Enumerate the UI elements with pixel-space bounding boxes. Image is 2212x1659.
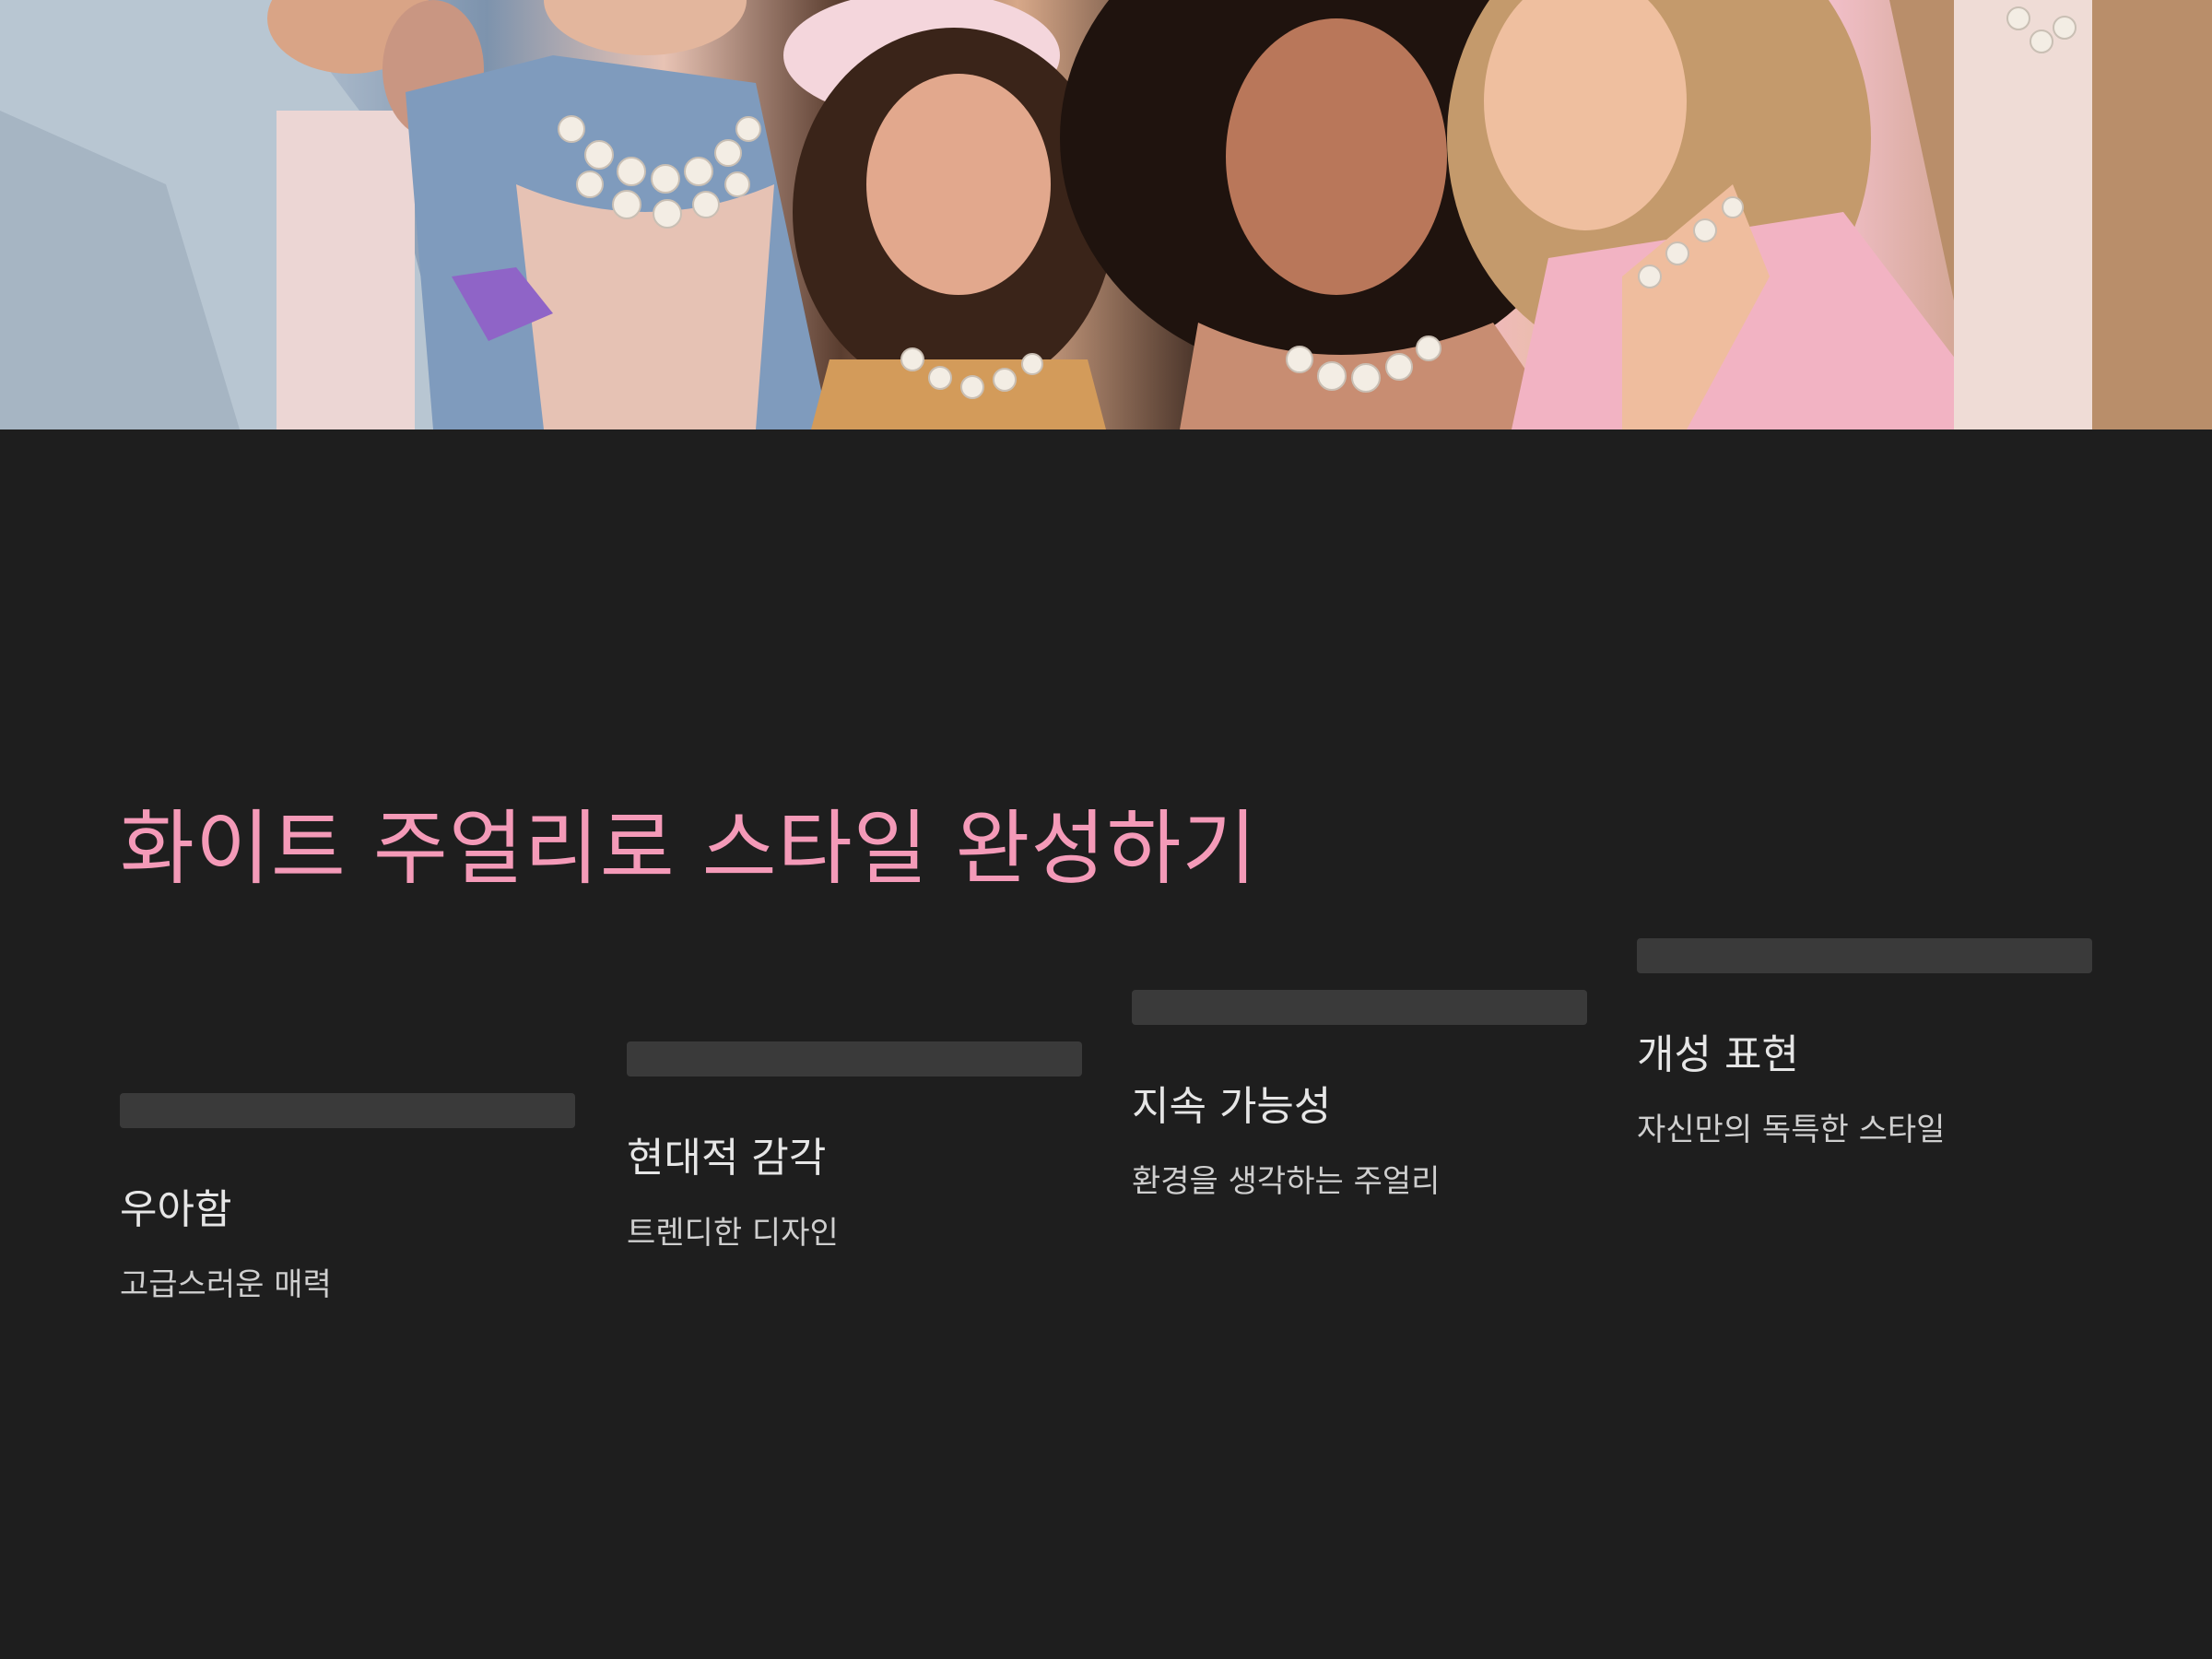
step-card-sustainability: 지속 가능성 환경을 생각하는 주얼리	[1132, 990, 1587, 1201]
step-heading: 현대적 감각	[627, 1135, 827, 1182]
step-bar	[1637, 938, 2092, 973]
step-bar	[1132, 990, 1587, 1025]
step-card-self-expression: 개성 표현 자신만의 독특한 스타일	[1637, 938, 2092, 1149]
hero-photo	[0, 0, 2212, 429]
step-description: 고급스러운 매력	[120, 1266, 332, 1303]
hero-photo-illustration	[0, 0, 2212, 429]
step-description: 자신만의 독특한 스타일	[1637, 1112, 1946, 1148]
step-card-elegance: 우아함 고급스러운 매력	[120, 1093, 575, 1304]
step-heading: 지속 가능성	[1132, 1083, 1332, 1130]
slide: 화이트 주얼리로 스타일 완성하기 우아함 고급스러운 매력 현대적 감각 트렌…	[0, 0, 2212, 1659]
slide-title: 화이트 주얼리로 스타일 완성하기	[120, 801, 1258, 896]
step-card-modern-sense: 현대적 감각 트렌디한 디자인	[627, 1041, 1082, 1253]
step-heading: 개성 표현	[1637, 1031, 1799, 1078]
step-description: 환경을 생각하는 주얼리	[1132, 1163, 1441, 1200]
step-bar	[120, 1093, 575, 1128]
step-heading: 우아함	[120, 1186, 232, 1233]
step-bar	[627, 1041, 1082, 1077]
step-description: 트렌디한 디자인	[627, 1215, 839, 1252]
